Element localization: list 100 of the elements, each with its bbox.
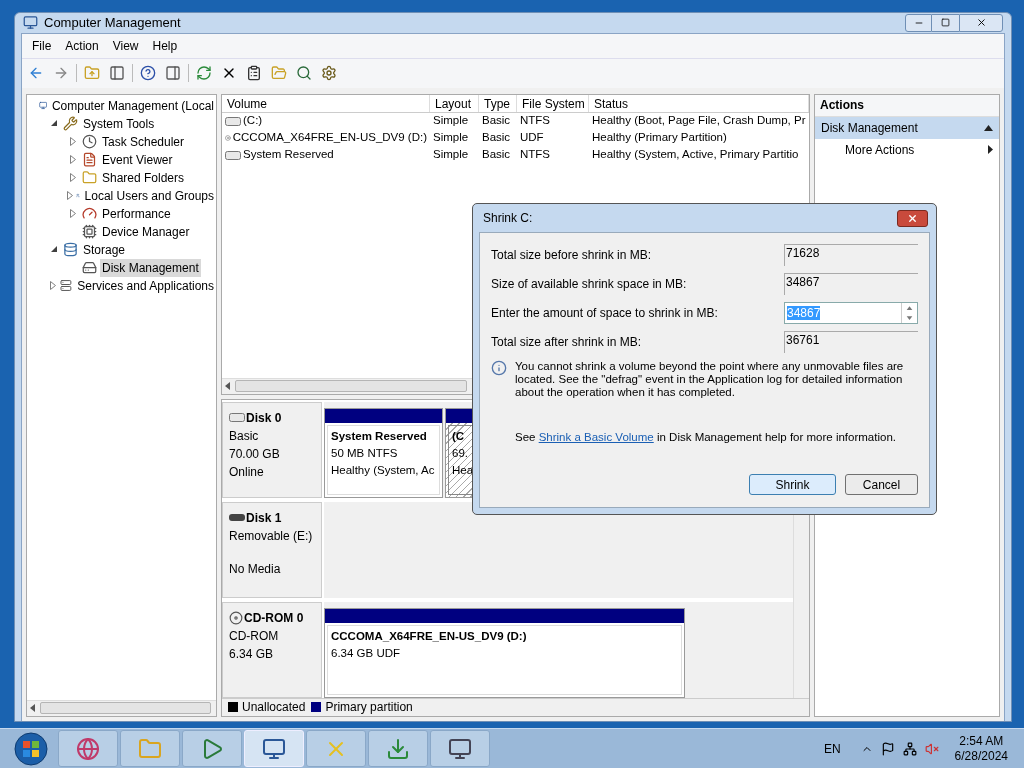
- expand-icon[interactable]: [70, 173, 76, 182]
- tree-item[interactable]: Storage: [81, 240, 128, 259]
- maximize-button[interactable]: [932, 13, 959, 32]
- expand-icon[interactable]: [67, 191, 73, 200]
- partition[interactable]: System Reserved 50 MB NTFS Healthy (System, Ac: [324, 407, 443, 498]
- flag-icon[interactable]: [880, 741, 895, 756]
- table-cell-text: Healthy (Primary Partition): [592, 130, 727, 146]
- partition-name: System Reserved: [331, 428, 427, 444]
- gauge-icon: [82, 206, 97, 221]
- menu-item[interactable]: File: [25, 36, 59, 55]
- actions-header: Actions: [815, 94, 999, 117]
- table-cell-text: (C:): [243, 113, 263, 129]
- back-icon: [28, 65, 44, 81]
- disk-info: CD-ROM: [229, 627, 280, 645]
- table-cell-text: Simple: [433, 130, 469, 146]
- refresh-icon: [196, 65, 212, 81]
- expand-icon[interactable]: [49, 281, 56, 290]
- computer-icon: [448, 736, 472, 761]
- info-icon: [491, 360, 507, 376]
- taskbar-app[interactable]: [58, 730, 118, 767]
- scroll-left-icon[interactable]: [224, 382, 232, 390]
- computer-icon: [262, 736, 286, 761]
- drive-icon: [229, 413, 245, 422]
- expand-icon[interactable]: [70, 155, 76, 164]
- tree-item[interactable]: Services and Applications: [75, 276, 216, 295]
- disc-icon: [229, 610, 243, 625]
- window-title: Computer Management: [44, 14, 182, 32]
- panel-icon: [165, 65, 181, 81]
- folder-icon: [82, 170, 97, 185]
- menu-item[interactable]: Help: [145, 36, 185, 55]
- properties-icon: [246, 65, 262, 81]
- partition-info: 6.34 GB UDF: [331, 645, 401, 661]
- table-cell-text: NTFS: [520, 147, 551, 163]
- toolbar-button[interactable]: [319, 63, 339, 83]
- column-header[interactable]: Layout: [430, 94, 479, 112]
- tree-item[interactable]: Shared Folders: [100, 168, 187, 187]
- legend-label: Primary partition: [325, 699, 413, 716]
- panel-icon: [109, 65, 125, 81]
- help-icon: [140, 65, 156, 81]
- app-icon: [23, 15, 38, 31]
- collapse-icon[interactable]: [984, 124, 993, 131]
- scrollbar[interactable]: [27, 699, 216, 716]
- table-cell-text: Healthy (System, Active, Primary Partitio: [592, 147, 799, 163]
- language-indicator[interactable]: EN: [823, 739, 841, 758]
- speaker-muted-icon[interactable]: [924, 741, 939, 756]
- table-cell-text: Simple: [433, 113, 469, 129]
- table-cell-text: System Reserved: [243, 147, 334, 163]
- close-icon: [975, 17, 987, 29]
- submenu-arrow-icon: [988, 145, 993, 154]
- log-icon: [82, 152, 97, 167]
- actions-section[interactable]: Disk Management: [815, 116, 999, 139]
- help-link[interactable]: Shrink a Basic Volume: [538, 431, 654, 443]
- tree-item[interactable]: Local Users and Groups: [82, 186, 216, 205]
- help-text: See Shrink a Basic Volume in Disk Management help for more information.: [514, 430, 897, 445]
- partition-name: CCCOMA_X64FRE_EN-US_DV9 (D:): [331, 628, 527, 644]
- collapse-icon[interactable]: [50, 246, 58, 253]
- expand-icon[interactable]: [70, 209, 76, 218]
- toolbar-button[interactable]: [138, 63, 158, 83]
- readonly-field: 36761: [784, 330, 918, 353]
- maximize-icon: [941, 18, 950, 28]
- column-header[interactable]: File System: [517, 94, 589, 112]
- readonly-field: 71628: [784, 243, 918, 266]
- partition-info: 69.: [452, 445, 468, 461]
- field-label: Size of available shrink space in MB:: [491, 275, 688, 293]
- chip-icon: [82, 224, 97, 239]
- column-header[interactable]: Type: [479, 94, 517, 112]
- tree-item[interactable]: Device Manager: [100, 222, 192, 241]
- tree-item[interactable]: Disk Management: [100, 258, 201, 277]
- start-orb-icon: [14, 731, 48, 766]
- action-item[interactable]: More Actions: [815, 138, 999, 161]
- collapse-icon[interactable]: [50, 120, 58, 127]
- column-header[interactable]: Status: [589, 94, 809, 112]
- field-label: Total size before shrink in MB:: [491, 246, 653, 264]
- dialog-button[interactable]: Cancel: [845, 474, 918, 496]
- menu-item[interactable]: View: [105, 36, 146, 55]
- partition[interactable]: CCCOMA_X64FRE_EN-US_DV9 (D:) 6.34 GB UDF: [324, 607, 685, 698]
- network-icon[interactable]: [902, 741, 917, 756]
- clock-icon: [82, 134, 97, 149]
- drive-icon: [225, 116, 241, 126]
- scroll-left-icon[interactable]: [29, 704, 37, 712]
- drive-icon: [82, 260, 97, 275]
- close-button[interactable]: [897, 209, 928, 227]
- dialog-button[interactable]: Shrink: [749, 474, 836, 496]
- taskbar-app[interactable]: [430, 730, 490, 767]
- tree-item[interactable]: System Tools: [81, 114, 157, 133]
- drive-icon: [229, 514, 245, 521]
- taskbar-app[interactable]: [368, 730, 428, 767]
- expand-icon[interactable]: [70, 137, 76, 146]
- taskbar-app[interactable]: [182, 730, 242, 767]
- column-header[interactable]: Volume: [222, 94, 430, 112]
- tree-item[interactable]: Event Viewer: [100, 150, 175, 169]
- tree-item[interactable]: Performance: [100, 204, 173, 223]
- tree-item[interactable]: Computer Management (Local: [49, 96, 216, 115]
- table-cell-text: Healthy (Boot, Page File, Crash Dump, Pr: [592, 113, 806, 129]
- scrollbar[interactable]: [222, 377, 472, 394]
- table-cell-text: Basic: [482, 113, 511, 129]
- tree-item[interactable]: Task Scheduler: [100, 132, 187, 151]
- minimize-button[interactable]: [905, 13, 932, 32]
- menu-item[interactable]: Action: [58, 36, 106, 55]
- clock[interactable]: 2:54 AM 6/28/2024: [954, 733, 1008, 764]
